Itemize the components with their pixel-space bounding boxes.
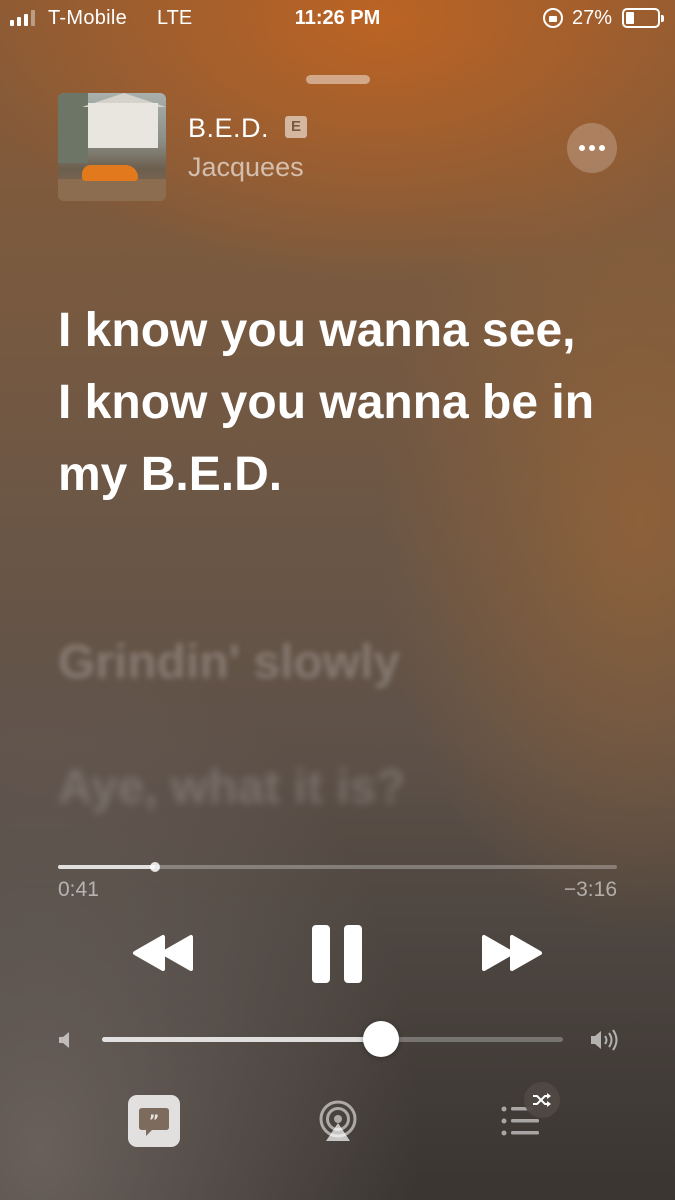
speaker-high-icon [591, 1029, 618, 1051]
lyrics-quote-icon: ” [139, 1108, 169, 1136]
pause-icon [312, 925, 330, 983]
orientation-lock-icon [543, 8, 563, 28]
svg-text:”: ” [149, 1111, 160, 1130]
explicit-badge: E [285, 116, 307, 138]
shuffle-badge[interactable] [524, 1082, 560, 1118]
pause-button[interactable] [312, 925, 364, 983]
dismiss-grabber[interactable] [306, 75, 370, 84]
ellipsis-icon [579, 145, 585, 151]
artist-name[interactable]: Jacquees [188, 152, 304, 183]
volume-fill [102, 1037, 381, 1042]
upcoming-lyric-line[interactable]: Aye, what it is? [58, 760, 406, 815]
airplay-icon[interactable] [316, 1099, 360, 1143]
shuffle-icon [533, 1093, 551, 1107]
progress-fill [58, 865, 155, 869]
status-bar: T-Mobile LTE 11:26 PM 27% [0, 0, 675, 40]
current-lyric-line[interactable]: I know you wanna see, I know you wanna b… [58, 295, 598, 511]
lyrics-button[interactable]: ” [128, 1095, 180, 1147]
speaker-low-icon [59, 1032, 69, 1048]
volume-slider-knob[interactable] [363, 1021, 399, 1057]
remaining-time: −3:16 [563, 878, 617, 901]
more-options-button[interactable] [567, 123, 617, 173]
fast-forward-icon[interactable] [480, 933, 544, 973]
rewind-icon[interactable] [131, 933, 195, 973]
next-lyric-line[interactable]: Grindin' slowly [58, 635, 400, 690]
song-title: B.E.D. [188, 113, 270, 143]
album-artwork[interactable] [58, 93, 166, 201]
battery-icon [622, 8, 664, 28]
battery-percent: 27% [572, 7, 613, 29]
progress-scrubber[interactable] [150, 862, 160, 872]
